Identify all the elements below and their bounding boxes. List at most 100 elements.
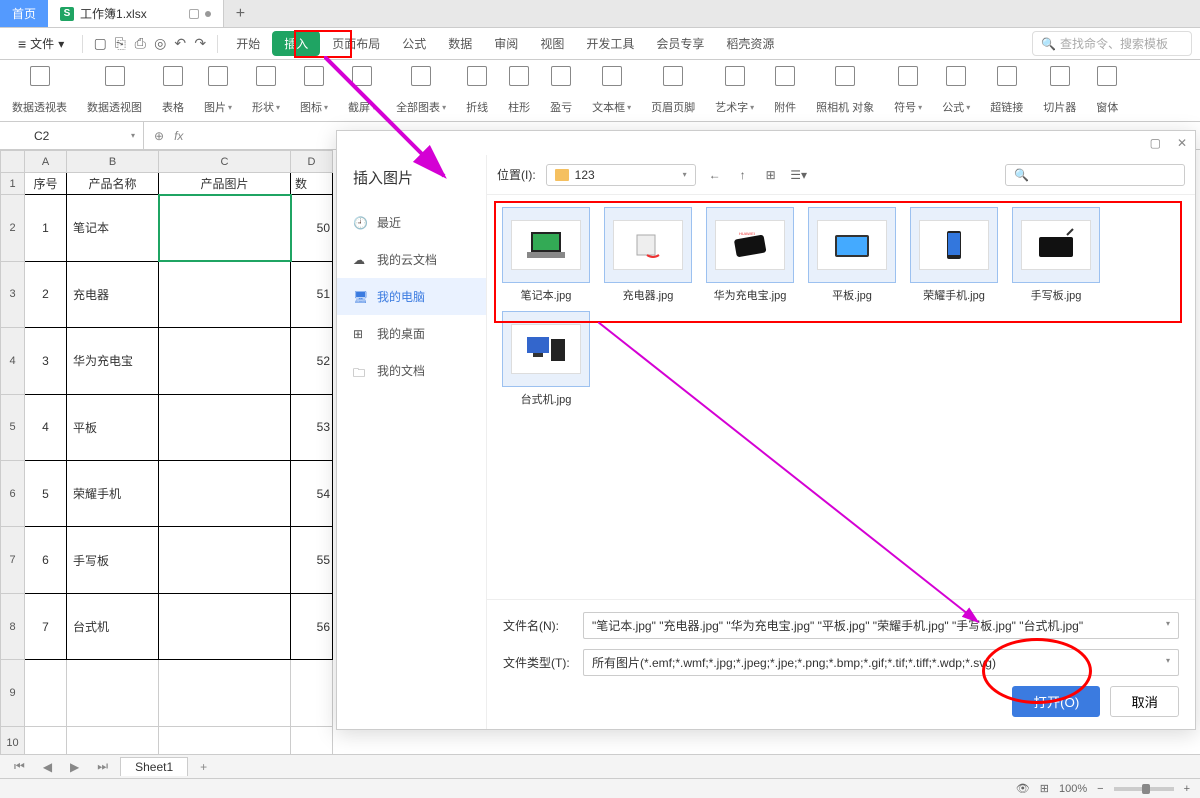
sheet-tab[interactable]: Sheet1	[120, 757, 188, 776]
menu-tab-1[interactable]: 插入	[272, 31, 320, 56]
tab-home[interactable]: 首页	[0, 0, 48, 27]
new-icon[interactable]: ▢	[91, 35, 109, 53]
cell[interactable]: 充电器	[67, 261, 159, 327]
up-icon[interactable]: ↑	[734, 166, 752, 184]
ribbon-图片[interactable]: 图片▾	[200, 64, 236, 117]
sidebar-item-monitor[interactable]: 🖥我的电脑	[337, 278, 486, 315]
row-header[interactable]: 2	[1, 195, 25, 261]
cell[interactable]	[159, 261, 291, 327]
col-header-A[interactable]: A	[25, 151, 67, 173]
sheet-next-icon[interactable]: ▶	[64, 760, 85, 774]
tab-file[interactable]: S 工作簿1.xlsx	[48, 0, 224, 27]
file-thumb[interactable]: 荣耀手机.jpg	[907, 207, 1001, 303]
ribbon-页眉页脚[interactable]: 页眉页脚	[647, 64, 699, 117]
add-sheet-icon[interactable]: +	[194, 760, 213, 774]
row-header[interactable]: 5	[1, 394, 25, 460]
col-header-D[interactable]: D	[291, 151, 333, 173]
menu-tab-4[interactable]: 数据	[438, 35, 482, 52]
cell[interactable]: 3	[25, 328, 67, 394]
command-search[interactable]: 🔍 查找命令、搜索模板	[1032, 31, 1192, 56]
cancel-button[interactable]: 取消	[1110, 686, 1179, 717]
cell[interactable]: 52	[291, 328, 333, 394]
cell[interactable]	[159, 394, 291, 460]
ribbon-截屏[interactable]: 截屏▾	[344, 64, 380, 117]
ribbon-窗体[interactable]: 窗体	[1092, 64, 1122, 117]
ribbon-表格[interactable]: 表格	[158, 64, 188, 117]
menu-tab-2[interactable]: 页面布局	[322, 35, 390, 52]
cell[interactable]: 平板	[67, 394, 159, 460]
sidebar-item-cloud[interactable]: ☁我的云文档	[337, 241, 486, 278]
select-all-corner[interactable]	[1, 151, 25, 173]
col-header-C[interactable]: C	[159, 151, 291, 173]
ribbon-附件[interactable]: 附件	[770, 64, 800, 117]
cell[interactable]: 51	[291, 261, 333, 327]
sheet-last-icon[interactable]: ⏭	[91, 759, 114, 774]
ribbon-切片器[interactable]: 切片器	[1039, 64, 1080, 117]
close-icon[interactable]: ✕	[1177, 136, 1187, 150]
cell[interactable]	[159, 593, 291, 660]
row-header[interactable]: 3	[1, 261, 25, 327]
sidebar-item-clock[interactable]: 🕘最近	[337, 204, 486, 241]
cell[interactable]: 产品图片	[159, 173, 291, 195]
spreadsheet[interactable]: A B C D 1 序号 产品名称 产品图片 数 21笔记本5032充电器514…	[0, 150, 333, 760]
menu-tab-6[interactable]: 视图	[530, 35, 574, 52]
ribbon-盈亏[interactable]: 盈亏	[546, 64, 576, 117]
row-header[interactable]: 4	[1, 328, 25, 394]
preview-icon[interactable]: ◎	[151, 35, 169, 53]
menu-tab-5[interactable]: 审阅	[484, 35, 528, 52]
cell[interactable]	[159, 328, 291, 394]
open-icon[interactable]: ⎘	[111, 35, 129, 53]
filetype-input[interactable]: 所有图片(*.emf;*.wmf;*.jpg;*.jpeg;*.jpe;*.pn…	[583, 649, 1179, 676]
minimize-icon[interactable]: ▢	[1150, 136, 1161, 150]
back-icon[interactable]: ←	[706, 166, 724, 184]
cell[interactable]: 4	[25, 394, 67, 460]
row-header[interactable]: 7	[1, 527, 25, 593]
cell[interactable]: 56	[291, 593, 333, 660]
cell[interactable]: 55	[291, 527, 333, 593]
cell[interactable]: 笔记本	[67, 195, 159, 261]
file-thumb[interactable]: 台式机.jpg	[499, 311, 593, 407]
print-icon[interactable]: ⎙	[131, 35, 149, 53]
file-thumb[interactable]: 平板.jpg	[805, 207, 899, 303]
ribbon-折线[interactable]: 折线	[462, 64, 492, 117]
sidebar-item-folder[interactable]: 🗀我的文档	[337, 352, 486, 389]
dialog-search[interactable]: 🔍	[1005, 164, 1185, 186]
file-thumb[interactable]: HUAWEI华为充电宝.jpg	[703, 207, 797, 303]
cell[interactable]: 数	[291, 173, 333, 195]
cell[interactable]: 53	[291, 394, 333, 460]
layout-icon[interactable]: ⊞	[1040, 782, 1049, 795]
cell[interactable]: 序号	[25, 173, 67, 195]
ribbon-公式[interactable]: 公式▾	[938, 64, 974, 117]
cell[interactable]: 华为充电宝	[67, 328, 159, 394]
sidebar-item-desktop[interactable]: ⊞我的桌面	[337, 315, 486, 352]
view-icon[interactable]: ☰▾	[790, 166, 808, 184]
zoom-slider[interactable]	[1114, 787, 1174, 791]
ribbon-柱形[interactable]: 柱形	[504, 64, 534, 117]
menu-tab-7[interactable]: 开发工具	[576, 35, 644, 52]
cell[interactable]	[159, 460, 291, 526]
cell[interactable]: 2	[25, 261, 67, 327]
redo-icon[interactable]: ↷	[191, 35, 209, 53]
ribbon-照相机 对象[interactable]: 照相机 对象	[812, 64, 878, 117]
cell[interactable]: 5	[25, 460, 67, 526]
sheet-prev-icon[interactable]: ◀	[37, 760, 58, 774]
open-button[interactable]: 打开(O)	[1012, 686, 1100, 717]
ribbon-超链接[interactable]: 超链接	[986, 64, 1027, 117]
tab-new[interactable]: +	[224, 0, 257, 27]
ribbon-图标[interactable]: 图标▾	[296, 64, 332, 117]
zoom-in-icon[interactable]: +	[1184, 783, 1190, 795]
file-thumb[interactable]: 笔记本.jpg	[499, 207, 593, 303]
row-header[interactable]: 9	[1, 660, 25, 726]
ribbon-全部图表[interactable]: 全部图表▾	[392, 64, 450, 117]
ribbon-文本框[interactable]: 文本框▾	[588, 64, 635, 117]
ribbon-数据透视表[interactable]: 数据透视表	[8, 64, 71, 117]
file-thumb[interactable]: 手写板.jpg	[1009, 207, 1103, 303]
menu-tab-8[interactable]: 会员专享	[646, 35, 714, 52]
cell[interactable]: 产品名称	[67, 173, 159, 195]
view-icon[interactable]: 👁	[1016, 782, 1030, 795]
sheet-first-icon[interactable]: ⏮	[8, 759, 31, 774]
filename-input[interactable]: "笔记本.jpg" "充电器.jpg" "华为充电宝.jpg" "平板.jpg"…	[583, 612, 1179, 639]
row-header-1[interactable]: 1	[1, 173, 25, 195]
row-header[interactable]: 8	[1, 593, 25, 660]
name-box[interactable]: C2 ▾	[24, 122, 144, 149]
